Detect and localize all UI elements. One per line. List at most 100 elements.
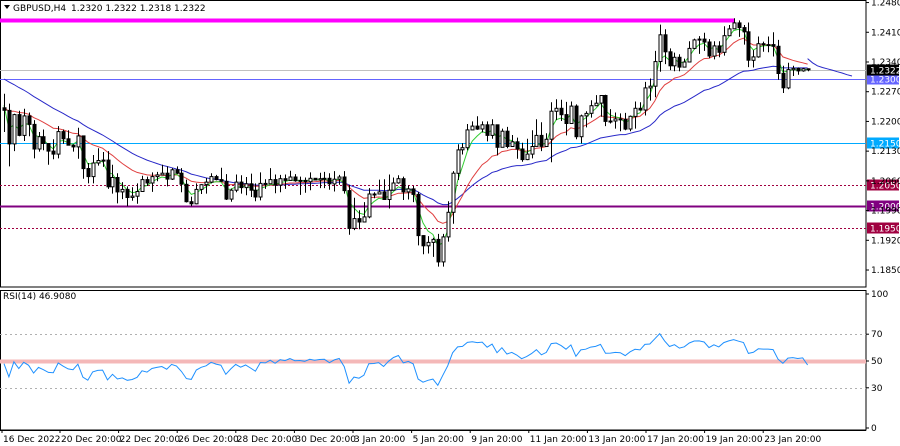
level-price-label: 1.2300 — [870, 76, 900, 86]
time-tick-label: 17 Jan 20:00 — [647, 435, 704, 445]
candle-bear — [27, 115, 32, 125]
candle-bear — [485, 124, 490, 136]
candle-bear — [71, 144, 76, 148]
time-tick-label: 5 Jan 20:00 — [413, 435, 465, 445]
candle-bear — [357, 218, 362, 223]
candle-bear — [263, 182, 268, 185]
price-tick-label: 1.2200 — [871, 117, 900, 127]
candle-bull — [194, 188, 199, 205]
candle-bear — [81, 135, 86, 170]
candle-bull — [786, 69, 791, 89]
candle-bear — [7, 109, 12, 145]
candle-bull — [426, 241, 431, 247]
time-tick-label: 30 Dec 20:00 — [295, 435, 356, 445]
time-tick-label: 13 Jan 20:00 — [588, 435, 645, 445]
candle-bear — [165, 172, 170, 180]
candle-bear — [382, 191, 387, 200]
price-tick-label: 1.2270 — [871, 88, 900, 98]
candle-bull — [480, 124, 485, 130]
price-tick-label: 1.1990 — [871, 207, 900, 217]
candle-bear — [347, 190, 352, 229]
candle-bull — [91, 162, 96, 178]
candle-bull — [387, 189, 392, 200]
candle-bear — [416, 193, 421, 237]
candle-bear — [668, 51, 673, 67]
candle-bear — [737, 22, 742, 29]
candle-bear — [189, 201, 194, 205]
candle-bear — [86, 168, 91, 178]
candle-bull — [727, 28, 732, 37]
candle-bear — [293, 176, 298, 182]
candle-bear — [515, 141, 520, 150]
candle-bull — [298, 179, 303, 182]
time-tick-label: 11 Jan 20:00 — [530, 435, 587, 445]
candle-bull — [544, 138, 549, 148]
candle-bull — [110, 177, 115, 188]
candle-bull — [554, 107, 559, 112]
time-tick-label: 16 Dec 2022 — [3, 435, 61, 445]
candle-bear — [742, 27, 747, 33]
candle-bull — [337, 176, 342, 180]
candle-bull — [801, 68, 806, 72]
candle-bull — [352, 218, 357, 229]
candle-bear — [436, 238, 441, 263]
candle-bear — [253, 189, 258, 198]
candle-bull — [751, 56, 756, 61]
candle-bear — [41, 136, 46, 144]
candle-bear — [618, 118, 623, 121]
candle-bear — [106, 159, 111, 188]
chart-canvas[interactable]: 1.23001.21501.20501.20001.19501.23221.24… — [0, 0, 900, 446]
candle-bear — [677, 56, 682, 68]
candle-bear — [776, 45, 781, 74]
price-tick-label: 1.2480 — [871, 0, 900, 9]
candle-bear — [746, 31, 751, 61]
price-tick-label: 1.1920 — [871, 236, 900, 246]
rsi-subwindow — [0, 290, 867, 431]
candle-bear — [66, 138, 71, 146]
candle-bull — [204, 181, 209, 186]
candle-bear — [401, 178, 406, 193]
candle-bull — [633, 107, 638, 117]
symbol-label: GBPUSD,H4 — [13, 4, 66, 14]
candle-bull — [431, 238, 436, 243]
candle-bear — [771, 44, 776, 47]
candle-bull — [130, 195, 135, 198]
candle-bull — [756, 43, 761, 58]
candle-bear — [603, 95, 608, 122]
candle-bull — [278, 178, 283, 186]
candle-bear — [505, 130, 510, 147]
candle-bear — [574, 105, 579, 138]
candle-bull — [456, 149, 461, 174]
candle-bear — [707, 41, 712, 57]
candle-bull — [332, 178, 337, 185]
time-tick-label: 19 Jan 20:00 — [706, 435, 763, 445]
candle-bull — [628, 115, 633, 130]
time-tick-label: 3 Jan 20:00 — [354, 435, 406, 445]
candle-bull — [318, 178, 323, 181]
candle-bull — [579, 115, 584, 138]
candle-bull — [441, 236, 446, 263]
candle-bear — [806, 68, 811, 71]
candle-bull — [244, 183, 249, 189]
candle-bear — [761, 43, 766, 46]
time-tick-label: 26 Dec 20:00 — [178, 435, 239, 445]
last-price-label: 1.2322 — [870, 67, 900, 77]
rsi-tick-label: 50 — [871, 357, 883, 367]
candle-bull — [465, 129, 470, 149]
candle-bull — [37, 136, 42, 150]
candle-bull — [101, 159, 106, 162]
candle-bull — [613, 118, 618, 122]
candle-bull — [160, 172, 165, 176]
price-tick-label: 1.2130 — [871, 147, 900, 157]
rsi-tick-label: 70 — [871, 330, 883, 340]
candle-bear — [623, 118, 628, 130]
chart-window: 1.2300 1.2150 1.2050 1.2000 1.1950 1.2322 1.24… — [0, 0, 900, 446]
candle-bear — [495, 124, 500, 148]
candle-bull — [199, 184, 204, 190]
candle-bull — [608, 120, 613, 123]
candle-bull — [692, 39, 697, 49]
candle-bull — [451, 172, 456, 213]
candle-bull — [377, 191, 382, 195]
candle-bear — [17, 114, 22, 136]
candle-bull — [470, 125, 475, 131]
